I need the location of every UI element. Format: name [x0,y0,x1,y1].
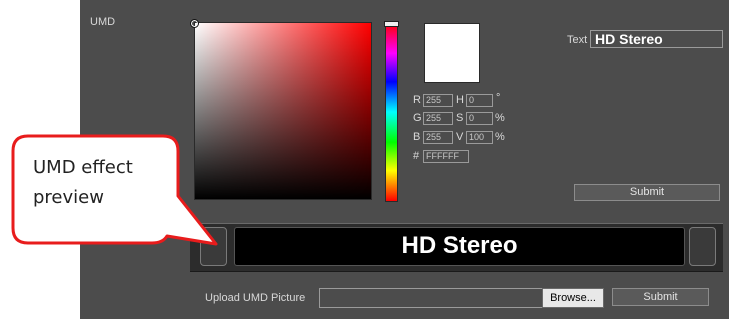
callout-line-1: UMD effect [33,157,133,178]
callout-text: UMD effect preview [33,153,133,213]
callout-line-2: preview [33,187,104,208]
